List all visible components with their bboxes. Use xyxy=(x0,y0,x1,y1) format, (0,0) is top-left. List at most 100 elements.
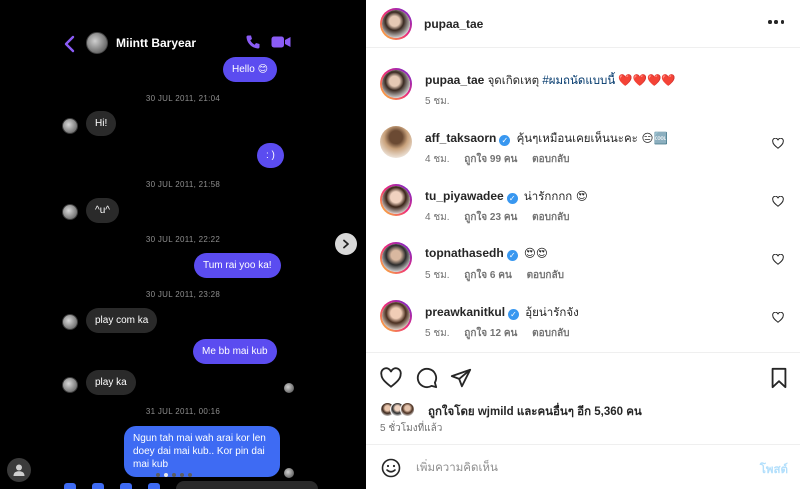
caption-time: 5 ชม. xyxy=(425,96,450,107)
message-bubble-outgoing: Hello 😊 xyxy=(223,57,277,82)
like-comment-heart-icon[interactable] xyxy=(772,196,784,207)
profile-button[interactable] xyxy=(7,458,31,482)
carousel-dot[interactable] xyxy=(172,473,176,477)
carousel-dot[interactable] xyxy=(188,473,192,477)
comment-username[interactable]: preawkanitkul xyxy=(425,305,505,319)
like-heart-icon[interactable] xyxy=(380,367,402,389)
more-options-icon[interactable] xyxy=(768,20,784,24)
liker-avatar xyxy=(400,402,415,417)
author-avatar[interactable] xyxy=(380,8,412,40)
chat-message-field[interactable] xyxy=(176,481,318,489)
message-bubble-incoming: play ka xyxy=(86,370,136,395)
message-bubble-incoming: ^u^ xyxy=(86,198,119,223)
comment-likes[interactable]: ถูกใจ 12 คน xyxy=(464,328,517,339)
sender-avatar xyxy=(62,118,78,134)
comment-meta: 4 ชม. ถูกใจ 99 คน ตอบกลับ xyxy=(425,152,582,167)
carousel-dot-active[interactable] xyxy=(164,473,168,477)
instagram-post-panel: pupaa_tae pupaa_tae จุดเกิดเหตุ #ผมถนัดแ… xyxy=(366,0,800,489)
commenter-avatar[interactable] xyxy=(380,300,412,332)
more-actions-icon[interactable] xyxy=(64,483,76,489)
comment-line: tu_piyawadee ✓ น่ารักกกก 😍 xyxy=(425,188,588,206)
phone-icon[interactable] xyxy=(245,34,261,50)
comment-username[interactable]: aff_taksaorn xyxy=(425,131,496,145)
comment-username[interactable]: topnathasedh xyxy=(425,246,504,260)
commenter-avatar[interactable] xyxy=(380,126,412,158)
verified-badge-icon: ✓ xyxy=(506,193,518,204)
mic-icon[interactable] xyxy=(148,483,160,489)
comment-time: 4 ชม. xyxy=(425,154,450,165)
chat-header: Miintt Baryear xyxy=(0,28,366,60)
back-chevron-icon[interactable] xyxy=(62,34,78,54)
reply-button[interactable]: ตอบกลับ xyxy=(532,328,569,339)
contact-name: Miintt Baryear xyxy=(116,36,197,50)
caption-hashtag[interactable]: #ผมถนัดแบบนี้ xyxy=(542,75,615,87)
comment-text: น่ารักกกก 😍 xyxy=(523,189,588,203)
video-call-icon[interactable] xyxy=(271,35,291,49)
message-timestamp: 30 JUL 2011, 23:28 xyxy=(145,290,221,299)
comment-username[interactable]: tu_piyawadee xyxy=(425,189,504,203)
message-timestamp: 30 JUL 2011, 21:58 xyxy=(145,180,221,189)
carousel-dots xyxy=(156,473,192,477)
comment-text: 😍😍 xyxy=(523,246,548,260)
comment-line: topnathasedh ✓ 😍😍 xyxy=(425,246,548,261)
read-receipt-avatar xyxy=(284,383,294,393)
contact-avatar xyxy=(86,32,108,54)
post-header: pupaa_tae xyxy=(366,0,800,48)
comment-likes[interactable]: ถูกใจ 6 คน xyxy=(464,270,512,281)
message-timestamp: 30 JUL 2011, 21:04 xyxy=(145,94,221,103)
message-timestamp: 31 JUL 2011, 00:16 xyxy=(145,407,221,416)
author-username[interactable]: pupaa_tae xyxy=(424,17,483,31)
comment-text: อุ้ยน่ารักจัง xyxy=(525,307,579,319)
read-receipt-avatar xyxy=(284,468,294,478)
camera-icon[interactable] xyxy=(92,483,104,489)
reply-button[interactable]: ตอบกลับ xyxy=(532,212,569,223)
like-comment-heart-icon[interactable] xyxy=(772,138,784,149)
gallery-icon[interactable] xyxy=(120,483,132,489)
comment-meta: 5 ชม. ถูกใจ 12 คน ตอบกลับ xyxy=(425,326,582,341)
message-timestamp: 30 JUL 2011, 22:22 xyxy=(145,235,221,244)
commenter-avatar[interactable] xyxy=(380,184,412,216)
comment-likes[interactable]: ถูกใจ 23 คน xyxy=(464,212,517,223)
comment-bubble-icon[interactable] xyxy=(416,367,438,389)
comment-likes[interactable]: ถูกใจ 99 คน xyxy=(464,154,517,165)
comment-input[interactable] xyxy=(416,459,736,477)
comment-time: 5 ชม. xyxy=(425,270,450,281)
sender-avatar xyxy=(62,314,78,330)
caption-text: จุดเกิดเหตุ xyxy=(487,75,540,87)
reply-button[interactable]: ตอบกลับ xyxy=(527,270,564,281)
sender-avatar xyxy=(62,377,78,393)
message-bubble-incoming: Hi! xyxy=(86,111,117,136)
comment-time: 4 ชม. xyxy=(425,212,450,223)
message-bubble-outgoing: Tum rai yoo ka! xyxy=(194,253,281,278)
post-actions xyxy=(366,352,800,400)
share-paper-plane-icon[interactable] xyxy=(450,367,472,389)
like-comment-heart-icon[interactable] xyxy=(772,312,784,323)
message-bubble-incoming: play com ka xyxy=(86,308,158,333)
sender-avatar xyxy=(62,204,78,220)
verified-badge-icon: ✓ xyxy=(508,309,520,320)
message-bubble-outgoing: Me bb mai kub xyxy=(193,339,277,364)
carousel-dot[interactable] xyxy=(156,473,160,477)
message-bubble-outgoing: : ) xyxy=(257,143,284,168)
author-avatar[interactable] xyxy=(380,68,412,100)
carousel-next-button[interactable] xyxy=(335,233,357,255)
commenter-avatar[interactable] xyxy=(380,242,412,274)
verified-badge-icon: ✓ xyxy=(499,135,511,146)
chat-composer-bar xyxy=(56,481,318,489)
reply-button[interactable]: ตอบกลับ xyxy=(532,154,569,165)
like-comment-heart-icon[interactable] xyxy=(772,254,784,265)
comment-meta: 4 ชม. ถูกใจ 23 คน ตอบกลับ xyxy=(425,210,582,225)
comment-line: aff_taksaorn ✓ คุ้นๆเหมือนเคยเห็นนะคะ 😑🆒 xyxy=(425,130,668,148)
add-comment-bar: โพสต์ xyxy=(366,444,800,489)
user-icon xyxy=(13,464,25,476)
comment-text: คุ้นๆเหมือนเคยเห็นนะคะ 😑🆒 xyxy=(516,131,668,145)
likes-summary[interactable]: ถูกใจโดย wjmild และคนอื่นๆ อีก 5,360 คน xyxy=(428,403,642,421)
post-time-ago: 5 ชั่วโมงที่แล้ว xyxy=(380,423,443,434)
emoji-smile-icon[interactable] xyxy=(381,458,401,478)
post-comment-button[interactable]: โพสต์ xyxy=(760,461,788,479)
chat-screenshot: Miintt Baryear Hello 😊 30 JUL 2011, 21:0… xyxy=(0,0,366,489)
carousel-dot[interactable] xyxy=(180,473,184,477)
chevron-right-icon xyxy=(343,239,349,249)
caption-username[interactable]: pupaa_tae xyxy=(425,73,484,87)
bookmark-icon[interactable] xyxy=(768,367,790,389)
